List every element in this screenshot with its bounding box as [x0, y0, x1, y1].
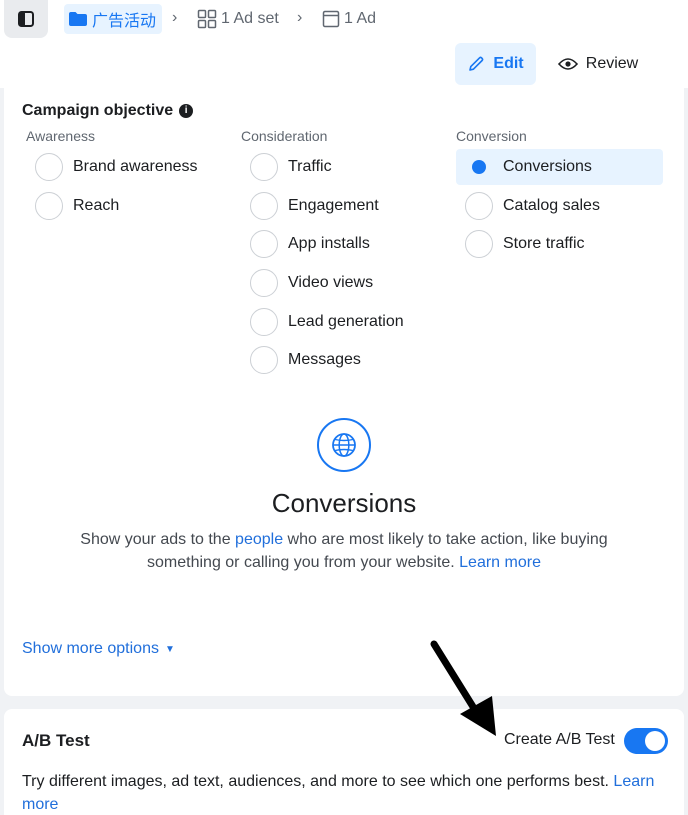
create-ab-test-toggle[interactable]: [624, 728, 668, 754]
option-label: Traffic: [288, 158, 332, 175]
learn-more-link[interactable]: Learn more: [459, 554, 541, 571]
ab-test-description: Try different images, ad text, audiences…: [22, 770, 662, 815]
edit-button[interactable]: Edit: [455, 43, 536, 85]
column-heading-consideration: Consideration: [241, 128, 328, 144]
chevron-right-icon: ›: [172, 9, 178, 26]
radio-button[interactable]: [250, 308, 278, 336]
folder-icon: [69, 12, 87, 26]
eye-icon: [557, 58, 578, 70]
option-label: Conversions: [503, 158, 592, 175]
option-catalog-sales[interactable]: Catalog sales: [465, 188, 600, 224]
option-engagement[interactable]: Engagement: [250, 188, 379, 224]
option-store-traffic[interactable]: Store traffic: [465, 226, 585, 262]
sidebar-toggle-button[interactable]: [4, 0, 48, 38]
show-more-options-button[interactable]: Show more options ▼: [22, 640, 175, 658]
option-label: Catalog sales: [503, 197, 600, 214]
edit-button-label: Edit: [493, 55, 524, 72]
radio-button[interactable]: [465, 230, 493, 258]
ab-test-description-text: Try different images, ad text, audiences…: [22, 773, 614, 790]
sidebar-toggle-icon: [18, 11, 34, 27]
option-video-views[interactable]: Video views: [250, 265, 373, 301]
breadcrumb-ad-label: 1 Ad: [344, 10, 377, 27]
campaign-objective-heading: Campaign objective i: [22, 102, 194, 120]
grid-icon: [197, 9, 217, 29]
breadcrumb-campaign-label: 广告活动: [92, 13, 157, 30]
option-label: Video views: [288, 274, 374, 291]
radio-button[interactable]: [35, 192, 63, 220]
show-more-options-label: Show more options: [22, 640, 159, 657]
option-messages[interactable]: Messages: [250, 342, 361, 378]
objective-detail-title: Conversions: [271, 488, 417, 518]
option-lead-generation[interactable]: Lead generation: [250, 304, 404, 340]
description-text: Show your ads to the: [80, 531, 236, 548]
breadcrumb-campaign[interactable]: 广告活动: [64, 4, 163, 34]
radio-button[interactable]: [250, 230, 278, 258]
option-app-installs[interactable]: App installs: [250, 226, 370, 262]
option-traffic[interactable]: Traffic: [250, 149, 332, 185]
radio-button-selected[interactable]: [465, 153, 493, 181]
radio-button[interactable]: [250, 346, 278, 374]
option-label: Store traffic: [503, 235, 585, 252]
toggle-knob: [645, 731, 665, 751]
objective-detail-description: Show your ads to the people who are most…: [64, 528, 624, 574]
people-link[interactable]: people: [235, 531, 283, 548]
globe-icon: [332, 433, 356, 457]
ab-test-title: A/B Test: [22, 731, 90, 750]
ad-icon: [322, 10, 340, 28]
review-button-label: Review: [585, 55, 639, 72]
option-label: Reach: [73, 197, 120, 214]
annotation-arrow: [430, 640, 496, 736]
option-label: App installs: [288, 235, 370, 252]
create-ab-test-label: Create A/B Test: [504, 731, 615, 748]
breadcrumb-ad[interactable]: 1 Ad: [322, 4, 376, 34]
ab-test-card: A/B Test Create A/B Test Try different i…: [4, 709, 684, 815]
objective-illustration: [317, 418, 371, 472]
breadcrumb-adset[interactable]: 1 Ad set: [197, 4, 279, 34]
column-heading-conversion: Conversion: [456, 128, 527, 144]
option-label: Messages: [288, 351, 361, 368]
chevron-right-icon: ›: [297, 9, 303, 26]
radio-button[interactable]: [35, 153, 63, 181]
option-reach[interactable]: Reach: [35, 188, 119, 224]
review-button[interactable]: Review: [548, 43, 648, 85]
top-bar: 广告活动 › 1 Ad set › 1 Ad Edit Review: [0, 0, 688, 88]
radio-button[interactable]: [250, 153, 278, 181]
radio-button[interactable]: [250, 192, 278, 220]
option-label: Engagement: [288, 197, 379, 214]
caret-down-icon: ▼: [164, 643, 175, 655]
radio-button[interactable]: [465, 192, 493, 220]
campaign-objective-title: Campaign objective: [22, 102, 174, 119]
option-brand-awareness[interactable]: Brand awareness: [35, 149, 198, 185]
option-label: Brand awareness: [73, 158, 198, 175]
pencil-icon: [469, 56, 484, 71]
info-icon[interactable]: i: [179, 104, 194, 118]
option-label: Lead generation: [288, 313, 404, 330]
radio-button[interactable]: [250, 269, 278, 297]
option-conversions[interactable]: Conversions: [456, 149, 663, 185]
breadcrumb-adset-label: 1 Ad set: [221, 10, 279, 27]
column-heading-awareness: Awareness: [26, 128, 96, 144]
campaign-objective-card: Campaign objective i Awareness Considera…: [4, 88, 684, 696]
